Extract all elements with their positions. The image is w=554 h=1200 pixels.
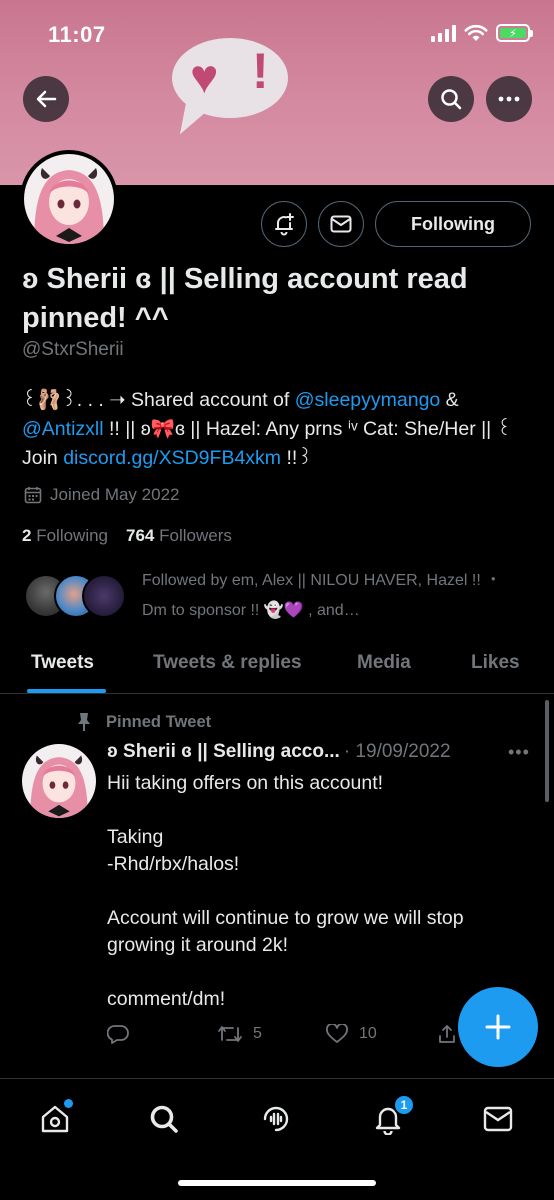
followed-by-text[interactable]: Followed by em, Alex || NILOU HAVER, Haz… [142, 566, 522, 626]
mention-link[interactable]: @Antizxll [22, 418, 104, 440]
tweet-text: Hii taking offers on this account! Takin… [107, 772, 464, 1010]
joined-date: Joined May 2022 [24, 485, 179, 505]
following-count-link[interactable]: 2 Following [22, 526, 108, 546]
heart-icon [326, 1024, 348, 1043]
back-button[interactable] [23, 76, 69, 122]
status-time: 11:07 [48, 22, 106, 47]
retweet-icon [218, 1026, 242, 1042]
tweet-header: ʚ Sherii ɞ || Selling acco... · 19/09/20… [107, 741, 527, 763]
like-button[interactable]: 10 [325, 1024, 377, 1044]
exclamation-graphic: ! [252, 43, 269, 99]
bio-text: !!꒱ [281, 447, 313, 469]
tab-likes[interactable]: Likes [471, 652, 520, 674]
envelope-icon [483, 1106, 513, 1132]
nav-messages[interactable] [478, 1101, 518, 1137]
more-options-button[interactable] [486, 76, 532, 122]
battery-charging-icon: ⚡ [496, 24, 533, 42]
tab-tweets-replies[interactable]: Tweets & replies [153, 652, 302, 674]
pin-icon [78, 713, 90, 731]
bio: ꒰🩰꒱. . . ➝ Shared account of @sleepyyman… [22, 386, 534, 473]
more-icon [498, 96, 520, 102]
tweet-author-name[interactable]: ʚ Sherii ɞ || Selling acco... [107, 741, 340, 763]
follow-counts: 2 Following 764 Followers [22, 526, 232, 546]
envelope-icon [330, 215, 352, 233]
mention-link[interactable]: @sleepyymango [295, 389, 441, 411]
followed-by-avatars[interactable] [24, 574, 134, 620]
avatar-image [24, 154, 114, 244]
active-tab-indicator [27, 689, 106, 693]
bio-text: & [440, 389, 459, 411]
following-button[interactable]: Following [375, 201, 531, 247]
nav-home[interactable] [35, 1099, 75, 1137]
spaces-icon [263, 1106, 289, 1132]
tweet-actions: 5 10 [107, 1024, 467, 1054]
home-indicator[interactable] [178, 1180, 376, 1186]
tab-tweets[interactable]: Tweets [31, 652, 94, 674]
wifi-icon [464, 24, 488, 41]
share-button[interactable] [437, 1024, 457, 1044]
profile-tabs: Tweets Tweets & replies Media Likes [0, 640, 554, 694]
nav-explore[interactable] [144, 1101, 184, 1137]
scrollbar[interactable] [545, 700, 549, 802]
retweet-count: 5 [253, 1025, 262, 1042]
pinned-label: Pinned Tweet [76, 712, 211, 732]
retweet-button[interactable]: 5 [217, 1024, 262, 1044]
followers-count-link[interactable]: 764 Followers [126, 526, 232, 546]
calendar-icon [24, 487, 42, 504]
tab-media[interactable]: Media [357, 652, 411, 674]
back-arrow-icon [36, 90, 57, 108]
tweet-date: · 19/09/2022 [343, 741, 451, 762]
discord-link[interactable]: discord.gg/XSD9FB4xkm [63, 447, 281, 469]
search-button[interactable] [428, 76, 474, 122]
bio-text: ꒰🩰꒱. . . ➝ Shared account of [22, 389, 295, 411]
nav-notifications[interactable]: 1 [368, 1094, 415, 1137]
display-name: ʚ Sherii ɞ || Selling account read pinne… [22, 263, 468, 334]
notifications-badge: 1 [393, 1094, 415, 1116]
tweet-more-icon[interactable]: ••• [508, 742, 530, 763]
heart-graphic: ♥ [190, 51, 219, 104]
nav-spaces[interactable] [256, 1101, 296, 1137]
share-icon [439, 1025, 455, 1043]
message-button[interactable] [318, 201, 364, 247]
bell-plus-icon [275, 213, 294, 236]
notifications-toggle-button[interactable] [261, 201, 307, 247]
cellular-signal-icon [431, 24, 456, 42]
status-icons: ⚡ [431, 24, 533, 42]
joined-text: Joined May 2022 [50, 485, 180, 504]
tweet-author-avatar[interactable] [22, 744, 96, 818]
compose-tweet-button[interactable] [458, 987, 538, 1067]
search-icon [150, 1105, 178, 1133]
handle: @StxrSherii [22, 339, 124, 360]
reply-icon [107, 1025, 129, 1044]
home-new-dot [64, 1099, 73, 1108]
profile-avatar[interactable] [20, 150, 118, 248]
like-count: 10 [359, 1025, 377, 1042]
search-icon [441, 89, 462, 110]
plus-icon [485, 1014, 511, 1040]
follower-avatar [82, 574, 126, 618]
avatar-image [22, 744, 96, 818]
reply-button[interactable] [107, 1024, 129, 1044]
